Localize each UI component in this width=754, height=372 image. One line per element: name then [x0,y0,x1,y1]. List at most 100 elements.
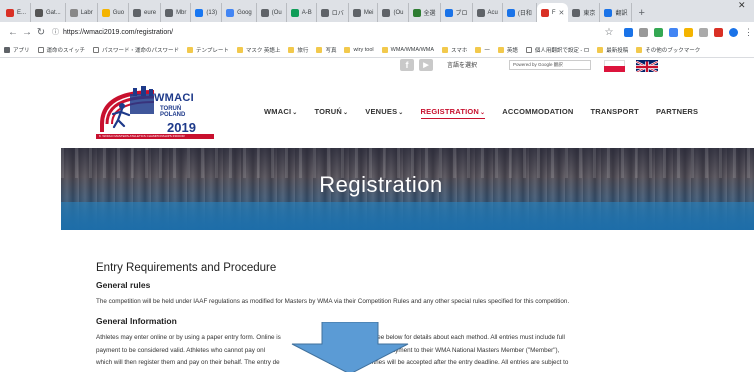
bookmark-label: 写真 [325,47,337,54]
nav-item-transport[interactable]: TRANSPORT [590,107,638,119]
facebook-icon[interactable]: f [400,59,414,71]
extension-icon[interactable] [714,27,723,37]
bookmark-label: 旅行 [297,47,309,54]
new-tab-button[interactable]: + [632,3,650,22]
bookmark-item[interactable]: アプリ [4,46,30,54]
browser-tab-strip: E... Gat... Labr Guo eure Mbr (13) Goog (Ou A-B ロバ… [0,0,754,22]
logo-title: WMACI [154,92,194,104]
forward-arrow-icon[interactable]: → [20,27,34,38]
tab-label: Acu [487,9,498,16]
url-field[interactable]: ⓘ https://wmaci2019.com/registration/ [52,25,602,40]
browser-tab[interactable]: (13) [191,3,223,22]
window-close-icon[interactable]: ✕ [738,0,746,11]
browser-tab[interactable]: (Ou [257,3,287,22]
browser-tab[interactable]: Gat... [31,3,66,22]
logo-city-line2: POLAND [160,112,186,118]
hero-left-gutter [0,148,61,230]
browser-tab[interactable]: Labr [66,3,98,22]
browser-tab[interactable]: ロバ [317,3,349,22]
browser-tab[interactable]: (日和 [503,3,537,22]
bookmark-item[interactable]: スマホ [442,46,467,54]
browser-tab[interactable]: Mei [349,3,379,22]
bookmark-star-icon[interactable]: ☆ [602,27,616,38]
extension-icon[interactable] [699,27,708,37]
browser-tab[interactable]: E... [2,3,32,22]
tab-close-icon[interactable]: ✕ [559,9,565,17]
bookmark-item[interactable]: 旅行 [288,46,308,54]
menu-kebab-icon[interactable]: ⋮ [744,27,753,37]
nav-item-partners[interactable]: PARTNERS [656,107,698,119]
back-arrow-icon[interactable]: ← [6,27,20,38]
browser-tab[interactable]: 全選 [409,3,441,22]
page-icon [525,46,532,53]
reload-icon[interactable]: ↻ [34,27,48,38]
nav-item-wmaci[interactable]: WMACI⌄ [264,107,297,119]
main-nav: WMACI⌄ TORUŃ⌄ VENUES⌄ REGISTRATION⌄ ACCOMMOD… [264,107,715,119]
nav-item-venues[interactable]: VENUES⌄ [365,107,403,119]
folder-icon [236,46,243,53]
browser-tab[interactable]: Guo [98,3,130,22]
tab-favicon-icon [320,8,329,17]
extension-icon[interactable] [654,27,663,37]
tab-label: A-B [301,9,312,16]
bookmark-item[interactable]: wiry tool [344,46,374,53]
extension-icon[interactable] [624,27,633,37]
polish-flag-icon[interactable] [604,60,625,72]
bookmark-item[interactable]: WMA/WMA/WMA [381,46,434,53]
tab-label: 東京 [583,11,596,17]
bookmark-item[interactable]: テンプレート [187,46,229,54]
tab-label: eure [144,9,157,16]
tab-favicon-icon [35,8,44,17]
folder-icon [316,46,323,53]
wmaci-logo[interactable]: WMACI TORUŃ POLAND 2019 8. WORLD MASTERS… [94,82,214,142]
info-icon[interactable]: ⓘ [52,27,59,37]
bookmark-item[interactable]: マスク 英語上 [236,46,280,54]
browser-tab[interactable]: 翻訳 [600,3,633,22]
folder-icon [381,46,388,53]
youtube-icon[interactable]: ▶ [419,59,433,71]
browser-tab[interactable]: ブロ [441,3,473,22]
language-label: 言語を選択 [447,63,478,69]
nav-item-registration[interactable]: REGISTRATION⌄ [420,107,486,119]
extension-icon[interactable] [684,27,693,37]
bookmark-item[interactable]: 最新投稿 [597,46,628,54]
nav-item-toru[interactable]: TORUŃ⌄ [314,107,348,119]
tab-label: 全選 [423,11,436,17]
nav-item-accommodation[interactable]: ACCOMMODATION [502,107,573,119]
bookmark-label: 最新投稿 [606,47,629,54]
extension-icon[interactable] [669,27,678,37]
tab-favicon-icon [195,8,204,17]
nav-item-label: VENUES [365,107,398,116]
bookmark-item[interactable]: 英語 [497,46,518,54]
browser-tab[interactable]: (Ou [378,3,409,22]
tab-favicon-icon [352,8,361,17]
bookmark-label: 個人用翻訳で設定 - ロ [534,47,590,54]
chevron-down-icon: ⌄ [343,110,349,116]
uk-flag-icon[interactable] [636,60,658,72]
bookmark-label: 一 [484,47,490,54]
bookmark-item[interactable]: パスワード・運命のパスワード [93,46,179,54]
tab-label: ブロ [455,11,468,17]
tab-favicon-icon [101,8,110,17]
extension-icon[interactable] [639,27,648,37]
bookmark-item[interactable]: 運命のスイッチ [37,46,85,54]
browser-tab[interactable]: Mbr [161,3,192,22]
browser-tab[interactable]: A-B [287,3,317,22]
tab-favicon-icon [412,8,421,17]
tab-favicon-icon [6,8,14,17]
browser-tab[interactable]: Goog [222,3,257,22]
browser-tab[interactable]: Acu [473,3,503,22]
browser-tab[interactable]: eure [129,3,162,22]
tab-label: E... [17,9,27,16]
profile-avatar-icon[interactable] [729,27,738,37]
bookmark-item[interactable]: 個人用翻訳で設定 - ロ [525,46,590,54]
browser-tab[interactable]: 東京 [568,3,601,22]
bookmark-item[interactable]: 一 [475,46,490,54]
logo-year: 2019 [167,120,196,135]
folder-icon [636,46,643,53]
bookmark-item[interactable]: 写真 [316,46,336,54]
browser-tab[interactable]: F ✕ [536,3,569,22]
google-translate-select[interactable]: Powered by Google 翻訳 [509,60,591,70]
bookmark-item[interactable]: その他のブックマーク [636,46,700,54]
tab-label: F [551,9,556,16]
